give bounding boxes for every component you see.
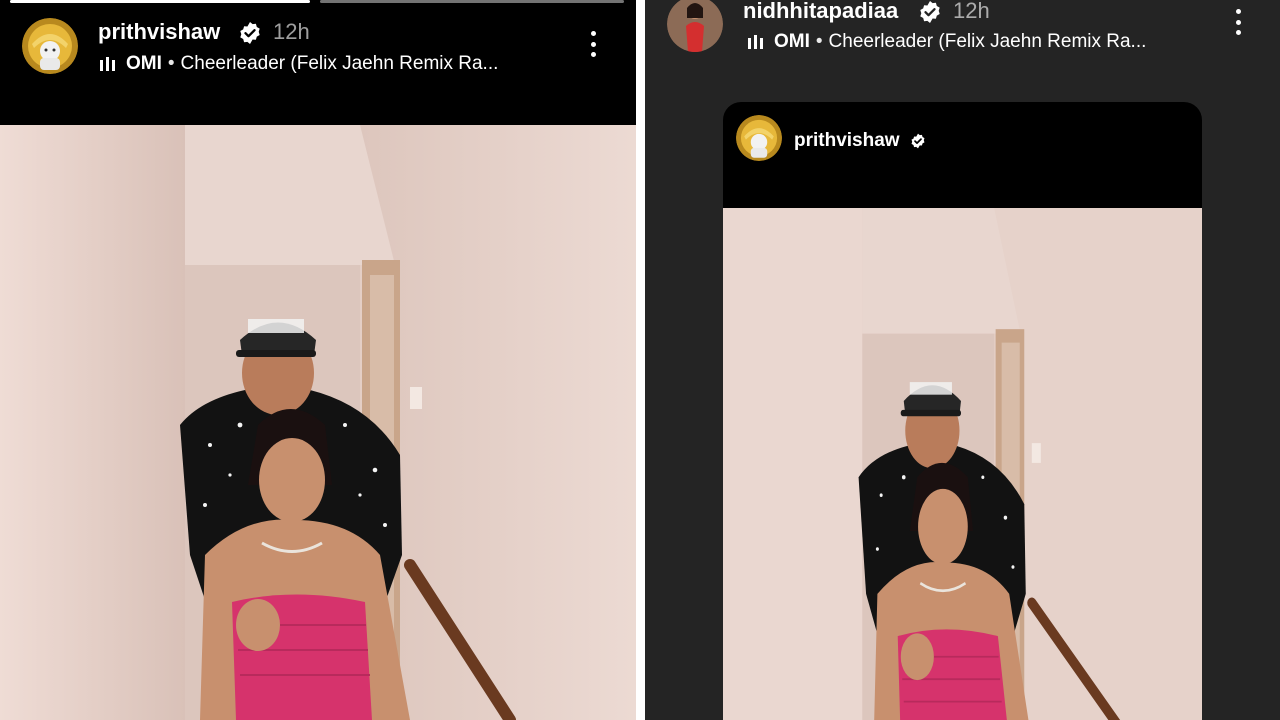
music-bars-icon <box>100 57 115 71</box>
music-artist: OMI <box>774 31 810 52</box>
music-title: Cheerleader (Felix Jaehn Remix Ra... <box>180 53 499 74</box>
verified-badge-icon <box>920 1 940 23</box>
music-title: Cheerleader (Felix Jaehn Remix Ra... <box>828 31 1147 52</box>
verified-badge-icon <box>240 22 260 44</box>
story-username[interactable]: nidhhitapadiaa <box>743 0 898 24</box>
music-separator: • <box>815 31 823 52</box>
story-progress-bar <box>10 0 624 3</box>
left-story-panel: prithvishaw 12h OMI • Cheerleader (Felix… <box>0 0 636 720</box>
story-avatar[interactable] <box>22 18 78 74</box>
shared-post-username: prithvishaw <box>794 130 900 151</box>
story-photo <box>0 125 636 720</box>
story-music-label[interactable]: OMI • Cheerleader (Felix Jaehn Remix Ra.… <box>747 31 1146 53</box>
story-time: 12h <box>273 19 310 44</box>
shared-post-avatar <box>736 115 782 161</box>
more-options-icon[interactable] <box>1228 6 1248 38</box>
verified-badge-icon <box>911 133 925 149</box>
story-music-label[interactable]: OMI • Cheerleader (Felix Jaehn Remix Ra.… <box>99 53 498 75</box>
music-artist: OMI <box>126 53 162 74</box>
progress-segment-2 <box>320 0 624 3</box>
story-time: 12h <box>953 0 990 23</box>
progress-segment-1 <box>10 0 310 3</box>
shared-story-card[interactable]: prithvishaw <box>723 102 1202 720</box>
shared-post-photo <box>723 208 1202 720</box>
story-avatar[interactable] <box>667 0 723 52</box>
right-story-panel: nidhhitapadiaa 12h OMI • Cheerleader (Fe… <box>645 0 1280 720</box>
music-bars-icon <box>748 35 763 49</box>
panel-divider <box>636 0 645 720</box>
more-options-icon[interactable] <box>583 28 603 60</box>
music-separator: • <box>167 53 175 74</box>
story-username[interactable]: prithvishaw <box>98 19 220 45</box>
